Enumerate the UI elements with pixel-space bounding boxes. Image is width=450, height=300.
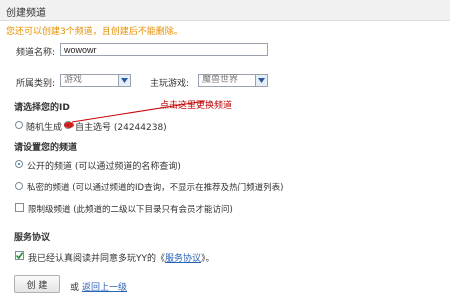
or-text: 或 — [70, 283, 80, 293]
restricted-channel-checkbox[interactable] — [15, 203, 24, 212]
private-channel-label[interactable]: 私密的频道 (可以通过频道的ID查询，不显示在推荐及热门频道列表) — [27, 181, 283, 193]
agree-prefix: 我已经认真阅读并同意多玩YY的《 — [28, 254, 165, 264]
service-section-title: 服务协议 — [14, 233, 51, 243]
public-channel-radio[interactable] — [15, 160, 23, 168]
create-button[interactable]: 创 建 — [14, 275, 60, 293]
chevron-down-icon[interactable] — [118, 75, 130, 86]
game-select-value: 魔兽世界 — [202, 75, 239, 85]
service-agreement-link[interactable]: 服务协议 — [165, 254, 201, 264]
create-button-label: 创 建 — [26, 280, 48, 291]
page-title: 创建频道 — [6, 8, 46, 19]
private-channel-radio[interactable] — [15, 182, 23, 190]
agree-suffix: 》。 — [201, 254, 215, 264]
category-select[interactable]: 游戏 — [60, 74, 131, 87]
random-id-label[interactable]: 随机生成 — [26, 120, 62, 133]
category-select-value: 游戏 — [64, 75, 83, 85]
agree-checkbox[interactable] — [15, 251, 24, 260]
agree-text: 我已经认真阅读并同意多玩YY的《服务协议》。 — [28, 251, 215, 264]
random-id-radio[interactable] — [15, 121, 23, 129]
page-header: 创建频道 — [0, 0, 450, 21]
notice-text: 您还可以创建3个频道，且创建后不能删除。 — [6, 27, 183, 37]
game-select[interactable]: 魔兽世界 — [198, 74, 268, 87]
check-icon — [16, 252, 23, 259]
restricted-channel-label[interactable]: 限制级频道 (此频道的二级以下目录只有会员才能访问) — [28, 203, 233, 215]
channel-name-input[interactable] — [60, 43, 268, 56]
chevron-down-icon[interactable] — [255, 75, 267, 86]
game-label: 主玩游戏: — [150, 79, 190, 89]
channel-name-label: 频道名称: — [16, 48, 56, 58]
public-channel-label[interactable]: 公开的频道 (可以通过频道的名称查询) — [27, 159, 181, 172]
annotation-text: 点击这里更换频道 — [160, 101, 233, 111]
category-label: 所属类别: — [16, 79, 56, 89]
channel-section-title: 请设置您的频道 — [14, 143, 78, 153]
back-link[interactable]: 返回上一级 — [82, 280, 127, 293]
